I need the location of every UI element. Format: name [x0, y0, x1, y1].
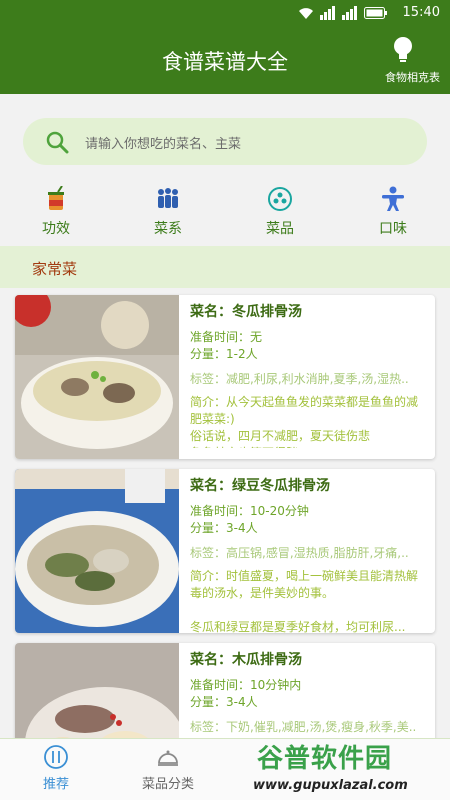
recipe-serving: 分量：1-2人	[190, 347, 258, 361]
nav-label: 推荐	[42, 777, 69, 792]
section-title: 家常菜	[32, 260, 78, 278]
cloche-icon	[158, 750, 178, 766]
nav-recommend[interactable]: 推荐	[16, 745, 96, 792]
recipe-card[interactable]: 菜名：绿豆冬瓜排骨汤 准备时间：10-20分钟 分量：3-4人 标签：高压锅,感…	[15, 469, 435, 633]
recipe-image	[15, 469, 179, 633]
category-label: 口味	[379, 221, 407, 237]
status-icons	[298, 6, 388, 24]
recipe-name: 菜名：冬瓜排骨汤	[190, 304, 302, 320]
app-bar: 食谱菜谱大全 食物相克表	[0, 26, 450, 94]
nav-categories[interactable]: 菜品分类	[128, 745, 208, 792]
search-icon	[46, 131, 69, 154]
search-placeholder: 请输入你想吃的菜名、主菜	[85, 137, 242, 152]
cup-icon	[48, 186, 64, 210]
recipe-prep-time: 准备时间：10-20分钟	[190, 504, 309, 518]
lightbulb-icon[interactable]	[392, 36, 414, 64]
category-taste[interactable]: 口味	[358, 186, 428, 238]
recipe-prep-time: 准备时间：无	[190, 330, 263, 344]
battery-icon	[364, 6, 388, 24]
recipe-prep-time: 准备时间：10分钟内	[190, 678, 302, 692]
people-icon	[158, 188, 178, 208]
section-header: 家常菜	[0, 246, 450, 288]
nav-label: 菜品分类	[141, 777, 194, 792]
recipe-image	[15, 295, 179, 459]
watermark-title: 谷普软件园	[257, 744, 393, 774]
recipe-card[interactable]: 菜名：冬瓜排骨汤 准备时间：无 分量：1-2人 标签：减肥,利尿,利水消肿,夏季…	[15, 295, 435, 459]
wifi-icon	[298, 6, 314, 24]
recipe-intro: 简介：时值盛夏，喝上一碗鲜美且能清热解毒的汤水，是件美妙的事。 冬瓜和绿豆都是夏…	[190, 569, 419, 633]
category-row: 功效 菜系 菜品 口味	[0, 186, 450, 238]
recipe-name: 菜名：绿豆冬瓜排骨汤	[190, 478, 330, 494]
fork-knife-icon	[44, 745, 68, 769]
recipe-tags: 标签：高压锅,感冒,湿热质,脂肪肝,牙痛,..	[190, 546, 409, 560]
status-bar: 15:40	[0, 0, 450, 26]
category-label: 功效	[42, 221, 70, 237]
recipe-tags: 标签：下奶,催乳,减肥,汤,煲,瘦身,秋季,美..	[190, 720, 417, 734]
recipe-card[interactable]: 菜名：木瓜排骨汤 准备时间：10分钟内 分量：3-4人 标签：下奶,催乳,减肥,…	[15, 643, 435, 753]
recipe-intro: 简介：从今天起鱼鱼发的菜菜都是鱼鱼的减肥菜菜:) 俗话说，四月不减肥，夏天徒伤悲…	[190, 395, 419, 448]
status-time: 15:40	[402, 5, 440, 20]
watermark: 谷普软件园 www.gupuxlazal.com	[245, 738, 450, 800]
app-title: 食谱菜谱大全	[162, 50, 288, 74]
recipe-image	[15, 643, 179, 753]
watermark-url: www.gupuxlazal.com	[253, 778, 408, 793]
category-label: 菜系	[154, 221, 182, 237]
person-icon	[382, 186, 404, 211]
category-dish[interactable]: 菜品	[245, 186, 315, 238]
molecule-icon	[268, 187, 292, 211]
recipe-serving: 分量：3-4人	[190, 521, 258, 535]
recipe-serving: 分量：3-4人	[190, 695, 258, 709]
recipe-name: 菜名：木瓜排骨汤	[190, 652, 302, 668]
search-input[interactable]: 请输入你想吃的菜名、主菜	[23, 118, 427, 165]
recipe-tags: 标签：减肥,利尿,利水消肿,夏季,汤,湿热..	[190, 372, 409, 386]
food-conflict-button[interactable]: 食物相克表	[385, 69, 440, 85]
category-cuisine[interactable]: 菜系	[133, 186, 203, 238]
category-effect[interactable]: 功效	[21, 186, 91, 238]
category-label: 菜品	[266, 221, 294, 237]
signal-icon	[320, 6, 336, 24]
signal-icon-2	[342, 6, 358, 24]
